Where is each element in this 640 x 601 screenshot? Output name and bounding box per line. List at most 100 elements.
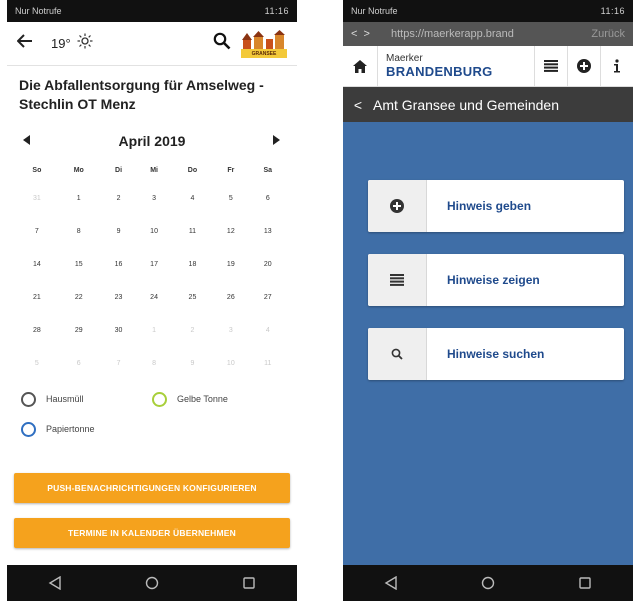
calendar-export-button[interactable]: TERMINE IN KALENDER ÜBERNEHMEN bbox=[14, 518, 290, 548]
prev-month-icon[interactable] bbox=[23, 132, 31, 150]
weekday-header-row: So Mo Di Mi Do Fr Sa bbox=[17, 158, 287, 182]
android-nav-bar bbox=[7, 565, 297, 601]
calendar-day[interactable]: 15 bbox=[57, 248, 101, 281]
calendar-day[interactable]: 29 bbox=[57, 314, 101, 347]
calendar-day[interactable]: 10 bbox=[136, 215, 172, 248]
calendar-day[interactable]: 2 bbox=[101, 182, 137, 215]
calendar-week-row: 14 15 16 17 18 19 20 bbox=[17, 248, 287, 281]
hinweis-geben-button[interactable]: Hinweis geben bbox=[368, 180, 624, 232]
legend-item-hausmuell: Hausmüll bbox=[21, 391, 152, 407]
back-arrow-icon[interactable] bbox=[16, 34, 41, 53]
calendar-week-row: 7 8 9 10 11 12 13 bbox=[17, 215, 287, 248]
calendar-day[interactable]: 5 bbox=[17, 347, 57, 380]
maerker-header: Maerker BRANDENBURG bbox=[343, 46, 633, 87]
menu-label: Hinweise suchen bbox=[447, 347, 545, 361]
brand-logo: Maerker BRANDENBURG bbox=[377, 46, 534, 86]
calendar-day[interactable]: 30 bbox=[101, 314, 137, 347]
calendar-day[interactable]: 9 bbox=[101, 215, 137, 248]
calendar-week-row: 31 1 2 3 4 5 6 bbox=[17, 182, 287, 215]
calendar-day[interactable]: 23 bbox=[101, 281, 137, 314]
legend-label: Gelbe Tonne bbox=[177, 394, 228, 404]
calendar-day[interactable]: 20 bbox=[249, 248, 287, 281]
calendar-day[interactable]: 12 bbox=[213, 215, 249, 248]
calendar-day[interactable]: 24 bbox=[136, 281, 172, 314]
month-label: April 2019 bbox=[118, 133, 186, 149]
calendar-day[interactable]: 8 bbox=[57, 215, 101, 248]
calendar-day[interactable]: 31 bbox=[17, 182, 57, 215]
calendar-day[interactable]: 1 bbox=[136, 314, 172, 347]
back-link[interactable]: Zurück bbox=[591, 28, 625, 40]
calendar-day[interactable]: 5 bbox=[213, 182, 249, 215]
page-title: Amt Gransee und Gemeinden bbox=[373, 97, 559, 113]
brand-line2: BRANDENBURG bbox=[386, 63, 493, 79]
calendar-day[interactable]: 9 bbox=[172, 347, 213, 380]
legend-label: Papiertonne bbox=[46, 424, 95, 434]
hinweise-suchen-button[interactable]: Hinweise suchen bbox=[368, 328, 624, 380]
calendar-day[interactable]: 13 bbox=[249, 215, 287, 248]
calendar-day[interactable]: 25 bbox=[172, 281, 213, 314]
calendar-day[interactable]: 26 bbox=[213, 281, 249, 314]
calendar-day[interactable]: 18 bbox=[172, 248, 213, 281]
app-toolbar: 19° GRANSEE bbox=[7, 22, 297, 66]
calendar-day[interactable]: 27 bbox=[249, 281, 287, 314]
calendar-day[interactable]: 1 bbox=[57, 182, 101, 215]
nav-home-icon[interactable] bbox=[478, 573, 498, 593]
push-notifications-button[interactable]: PUSH-BENACHRICHTIGUNGEN KONFIGURIEREN bbox=[14, 473, 290, 503]
calendar-day[interactable]: 4 bbox=[172, 182, 213, 215]
sun-icon bbox=[77, 33, 93, 54]
search-icon[interactable] bbox=[213, 32, 231, 55]
browser-nav-arrows-icon[interactable]: < > bbox=[351, 28, 391, 40]
nav-recent-icon[interactable] bbox=[575, 573, 595, 593]
nav-home-icon[interactable] bbox=[142, 573, 162, 593]
nav-back-icon[interactable] bbox=[45, 573, 65, 593]
brand-line1: Maerker bbox=[386, 52, 423, 64]
weekday-label: Mi bbox=[150, 166, 158, 174]
calendar-day[interactable]: 14 bbox=[17, 248, 57, 281]
calendar-day[interactable]: 19 bbox=[213, 248, 249, 281]
url-field[interactable]: https://maerkerapp.brand bbox=[391, 28, 585, 40]
carrier-text: Nur Notrufe bbox=[15, 6, 62, 16]
calendar-day[interactable]: 11 bbox=[172, 215, 213, 248]
calendar-day[interactable]: 10 bbox=[213, 347, 249, 380]
calendar-day[interactable]: 7 bbox=[17, 215, 57, 248]
home-icon[interactable] bbox=[343, 59, 377, 73]
search-icon bbox=[368, 328, 427, 380]
nav-recent-icon[interactable] bbox=[239, 573, 259, 593]
calendar-day[interactable]: 22 bbox=[57, 281, 101, 314]
menu-label: Hinweise zeigen bbox=[447, 273, 540, 287]
calendar-day[interactable]: 28 bbox=[17, 314, 57, 347]
weekday-label: Sa bbox=[263, 166, 273, 174]
calendar-day[interactable]: 16 bbox=[101, 248, 137, 281]
calendar-day[interactable]: 6 bbox=[57, 347, 101, 380]
plus-circle-icon bbox=[368, 180, 427, 232]
calendar-week-row: 5 6 7 8 9 10 11 bbox=[17, 347, 287, 380]
legend-item-gelbe-tonne: Gelbe Tonne bbox=[152, 391, 283, 407]
calendar-day[interactable]: 3 bbox=[213, 314, 249, 347]
weekday-label: Mo bbox=[73, 166, 84, 174]
calendar-day[interactable]: 11 bbox=[249, 347, 287, 380]
next-month-icon[interactable] bbox=[273, 132, 281, 150]
plus-circle-icon[interactable] bbox=[567, 46, 600, 86]
clock-text: 11:16 bbox=[600, 6, 625, 16]
phone-maerker-app: Nur Notrufe 11:16 < > https://maerkerapp… bbox=[343, 0, 633, 601]
calendar-day[interactable]: 3 bbox=[136, 182, 172, 215]
nav-back-icon[interactable] bbox=[381, 573, 401, 593]
android-nav-bar bbox=[343, 565, 633, 601]
hinweise-zeigen-button[interactable]: Hinweise zeigen bbox=[368, 254, 624, 306]
calendar-day[interactable]: 17 bbox=[136, 248, 172, 281]
chevron-left-icon[interactable]: < bbox=[343, 97, 373, 113]
calendar-day[interactable]: 4 bbox=[249, 314, 287, 347]
weekday-label: So bbox=[32, 166, 42, 174]
menu-label: Hinweis geben bbox=[447, 199, 532, 213]
logo-text: GRANSEE bbox=[251, 50, 277, 57]
calendar-day[interactable]: 6 bbox=[249, 182, 287, 215]
calendar-day[interactable]: 8 bbox=[136, 347, 172, 380]
calendar-day[interactable]: 2 bbox=[172, 314, 213, 347]
weekday-label: Do bbox=[187, 166, 198, 174]
weekday-label: Di bbox=[115, 166, 123, 174]
calendar-day[interactable]: 7 bbox=[101, 347, 137, 380]
weekday-label: Fr bbox=[227, 166, 235, 174]
info-icon[interactable] bbox=[600, 46, 633, 86]
list-icon[interactable] bbox=[534, 46, 567, 86]
calendar-day[interactable]: 21 bbox=[17, 281, 57, 314]
